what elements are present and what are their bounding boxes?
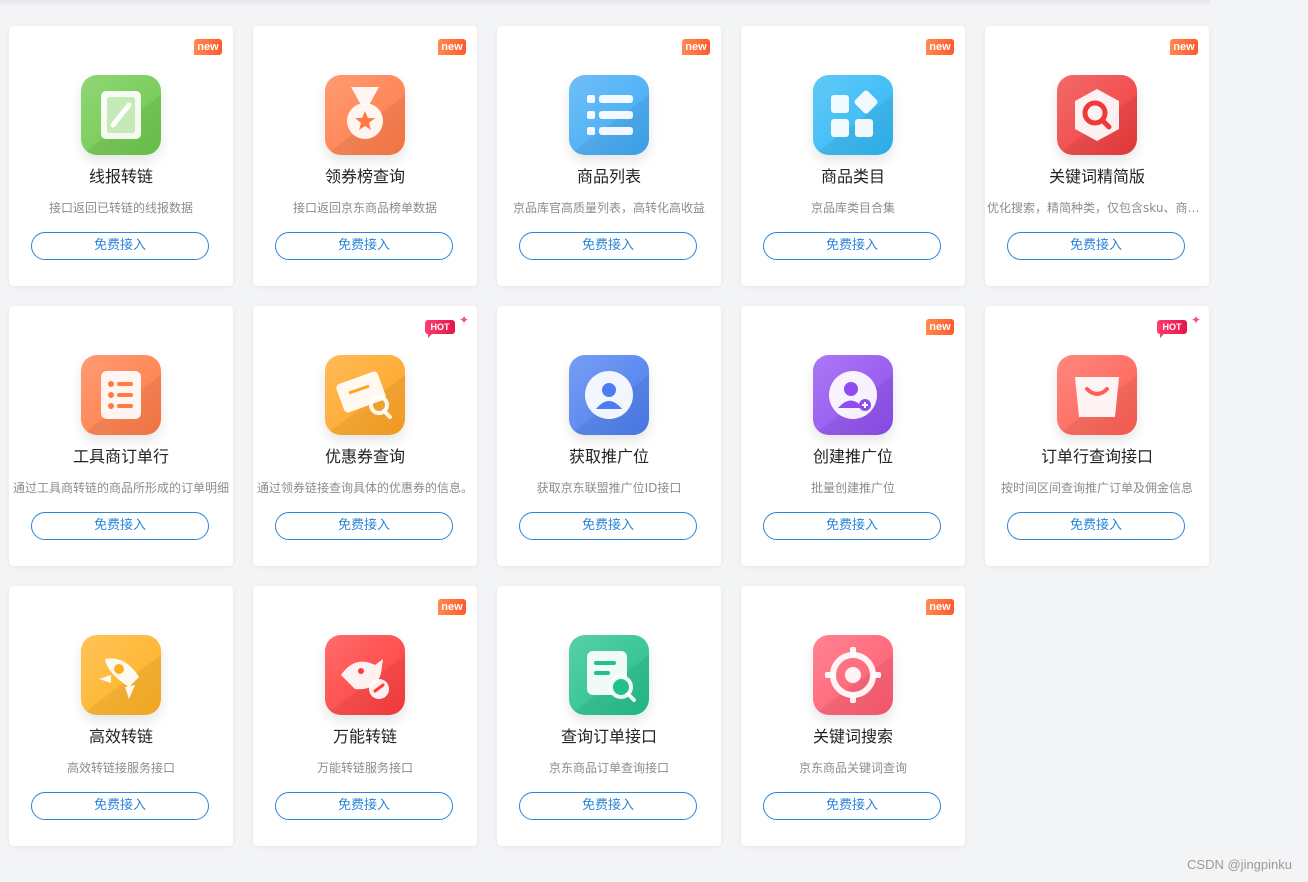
new-badge: new bbox=[438, 599, 466, 615]
api-card[interactable]: 高效转链高效转链接服务接口免费接入 bbox=[9, 586, 233, 846]
new-badge: new bbox=[194, 39, 222, 55]
card-title: 订单行查询接口 bbox=[1040, 447, 1153, 466]
free-access-button[interactable]: 免费接入 bbox=[763, 512, 941, 540]
card-title: 商品列表 bbox=[576, 167, 641, 186]
order-search-icon bbox=[569, 635, 649, 715]
free-access-button[interactable]: 免费接入 bbox=[1007, 232, 1185, 260]
watermark: CSDN @jingpinku bbox=[1187, 857, 1292, 872]
card-title: 工具商订单行 bbox=[72, 447, 169, 466]
card-description: 高效转链接服务接口 bbox=[66, 761, 175, 775]
card-description: 优化搜索，精简种类，仅包含sku、商品... bbox=[987, 201, 1207, 215]
card-title: 领券榜查询 bbox=[324, 167, 405, 186]
free-access-button[interactable]: 免费接入 bbox=[31, 232, 209, 260]
card-description: 京品库类目合集 bbox=[810, 201, 895, 215]
new-badge: new bbox=[926, 39, 954, 55]
free-access-button[interactable]: 免费接入 bbox=[1007, 512, 1185, 540]
search-icon bbox=[1057, 75, 1137, 155]
card-description: 接口返回已转链的线报数据 bbox=[48, 201, 193, 215]
hot-badge: HOT bbox=[1157, 320, 1187, 338]
document-icon bbox=[81, 355, 161, 435]
card-title: 关键词精简版 bbox=[1048, 167, 1145, 186]
target-icon bbox=[813, 635, 893, 715]
free-access-button[interactable]: 免费接入 bbox=[763, 232, 941, 260]
card-description: 通过工具商转链的商品所形成的订单明细 bbox=[12, 481, 229, 495]
dog-link-icon bbox=[325, 635, 405, 715]
card-title: 万能转链 bbox=[332, 727, 397, 746]
card-title: 优惠券查询 bbox=[324, 447, 405, 466]
user-icon bbox=[569, 355, 649, 435]
link-icon bbox=[81, 75, 161, 155]
card-description: 京品库官高质量列表，高转化高收益 bbox=[512, 201, 705, 215]
card-description: 通过领券链接查询具体的优惠券的信息。 bbox=[256, 481, 473, 495]
free-access-button[interactable]: 免费接入 bbox=[275, 232, 453, 260]
coupon-icon bbox=[325, 355, 405, 435]
new-badge: new bbox=[682, 39, 710, 55]
card-description: 京东商品关键词查询 bbox=[798, 761, 907, 775]
api-card[interactable]: new 关键词搜索京东商品关键词查询免费接入 bbox=[741, 586, 965, 846]
new-badge: new bbox=[438, 39, 466, 55]
bag-icon bbox=[1057, 355, 1137, 435]
api-card[interactable]: HOT ✦ 优惠券查询通过领券链接查询具体的优惠券的信息。免费接入 bbox=[253, 306, 477, 566]
card-title: 创建推广位 bbox=[812, 447, 893, 466]
new-badge: new bbox=[926, 599, 954, 615]
free-access-button[interactable]: 免费接入 bbox=[763, 792, 941, 820]
sparkle-icon: ✦ bbox=[458, 313, 469, 327]
api-card[interactable]: new 线报转链接口返回已转链的线报数据免费接入 bbox=[9, 26, 233, 286]
api-card[interactable]: new 领券榜查询接口返回京东商品榜单数据免费接入 bbox=[253, 26, 477, 286]
free-access-button[interactable]: 免费接入 bbox=[519, 792, 697, 820]
card-description: 批量创建推广位 bbox=[810, 481, 895, 495]
api-card[interactable]: new 万能转链万能转链服务接口免费接入 bbox=[253, 586, 477, 846]
add-user-icon bbox=[813, 355, 893, 435]
card-description: 获取京东联盟推广位ID接口 bbox=[536, 481, 682, 495]
free-access-button[interactable]: 免费接入 bbox=[275, 792, 453, 820]
card-description: 京东商品订单查询接口 bbox=[548, 761, 669, 775]
api-card[interactable]: new 创建推广位批量创建推广位免费接入 bbox=[741, 306, 965, 566]
card-title: 线报转链 bbox=[88, 167, 153, 186]
api-card[interactable]: 获取推广位获取京东联盟推广位ID接口免费接入 bbox=[497, 306, 721, 566]
api-card[interactable]: new 关键词精简版优化搜索，精简种类，仅包含sku、商品... 免费接入 bbox=[985, 26, 1209, 286]
card-title: 关键词搜索 bbox=[812, 727, 893, 746]
card-title: 商品类目 bbox=[820, 167, 885, 186]
api-card[interactable]: 查询订单接口京东商品订单查询接口免费接入 bbox=[497, 586, 721, 846]
new-badge: new bbox=[926, 319, 954, 335]
card-title: 查询订单接口 bbox=[560, 727, 657, 746]
api-card[interactable]: 工具商订单行通过工具商转链的商品所形成的订单明细免费接入 bbox=[9, 306, 233, 566]
api-card[interactable]: new 商品列表京品库官高质量列表，高转化高收益免费接入 bbox=[497, 26, 721, 286]
sparkle-icon: ✦ bbox=[1190, 313, 1201, 327]
free-access-button[interactable]: 免费接入 bbox=[31, 792, 209, 820]
card-description: 接口返回京东商品榜单数据 bbox=[292, 201, 437, 215]
free-access-button[interactable]: 免费接入 bbox=[31, 512, 209, 540]
free-access-button[interactable]: 免费接入 bbox=[519, 512, 697, 540]
rocket-icon bbox=[81, 635, 161, 715]
free-access-button[interactable]: 免费接入 bbox=[275, 512, 453, 540]
card-description: 按时间区间查询推广订单及佣金信息 bbox=[1000, 481, 1193, 495]
list-icon bbox=[569, 75, 649, 155]
free-access-button[interactable]: 免费接入 bbox=[519, 232, 697, 260]
medal-icon bbox=[325, 75, 405, 155]
api-card[interactable]: new 商品类目京品库类目合集免费接入 bbox=[741, 26, 965, 286]
api-card[interactable]: HOT ✦ 订单行查询接口按时间区间查询推广订单及佣金信息免费接入 bbox=[985, 306, 1209, 566]
top-shadow bbox=[0, 0, 1210, 6]
new-badge: new bbox=[1170, 39, 1198, 55]
card-title: 获取推广位 bbox=[568, 447, 649, 466]
hot-badge: HOT bbox=[425, 320, 455, 338]
card-title: 高效转链 bbox=[88, 727, 153, 746]
card-description: 万能转链服务接口 bbox=[316, 761, 413, 775]
category-icon bbox=[813, 75, 893, 155]
